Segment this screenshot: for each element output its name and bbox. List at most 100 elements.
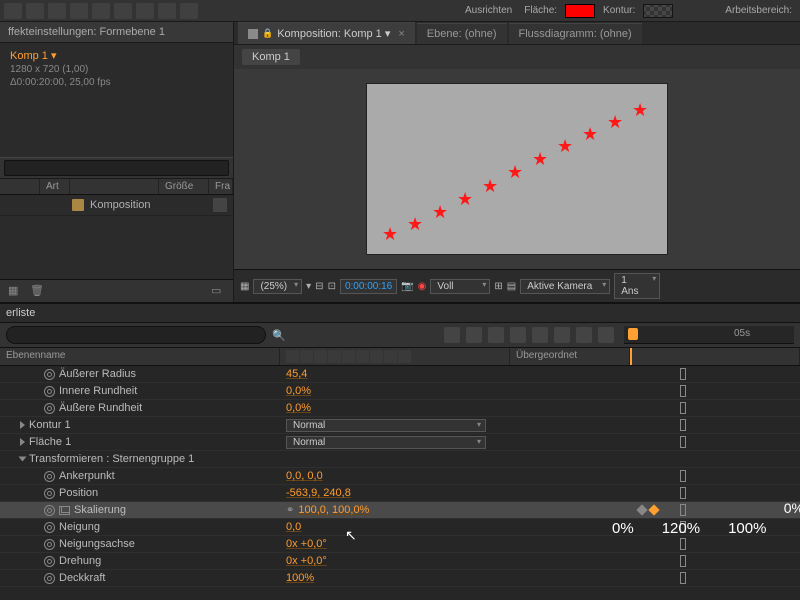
tool-3[interactable] bbox=[48, 3, 66, 19]
prop-row-drehung[interactable]: Drehung0x +0,0° bbox=[0, 553, 800, 570]
tool-9[interactable] bbox=[180, 3, 198, 19]
expression-pickwhip-icon[interactable] bbox=[680, 436, 686, 448]
blend-mode-dropdown[interactable]: Normal bbox=[286, 436, 486, 449]
mode-dropdown[interactable]: Voll bbox=[430, 279, 490, 294]
switch-1[interactable] bbox=[444, 327, 460, 343]
stopwatch-icon[interactable] bbox=[44, 471, 55, 482]
prop-value[interactable]: 0,0, 0,0 bbox=[286, 470, 323, 482]
expression-pickwhip-icon[interactable] bbox=[680, 521, 686, 533]
col-layer-name[interactable]: Ebenenname bbox=[0, 348, 280, 365]
workspace-label[interactable]: Arbeitsbereich: bbox=[725, 5, 792, 16]
switch-6[interactable] bbox=[554, 327, 570, 343]
prop-row-innere-rundheit[interactable]: Innere Rundheit0,0% bbox=[0, 383, 800, 400]
keyframe-marker[interactable] bbox=[636, 504, 647, 515]
col-art[interactable]: Art bbox=[40, 179, 70, 194]
stopwatch-icon[interactable] bbox=[44, 573, 55, 584]
expression-pickwhip-icon[interactable] bbox=[680, 504, 686, 516]
keyframe-marker[interactable] bbox=[648, 504, 659, 515]
views-dropdown[interactable]: 1 Ans bbox=[614, 273, 660, 299]
res-icon-3[interactable]: ⊡ bbox=[328, 281, 336, 292]
fill-swatch[interactable] bbox=[565, 4, 595, 18]
expression-pickwhip-icon[interactable] bbox=[680, 385, 686, 397]
prop-value[interactable]: 0,0 bbox=[286, 521, 301, 533]
comp-name[interactable]: Komp 1 ▾ bbox=[10, 49, 223, 62]
switch-3[interactable] bbox=[488, 327, 504, 343]
project-item-komposition[interactable]: Komposition bbox=[0, 195, 233, 216]
disclosure-triangle-icon[interactable] bbox=[19, 457, 27, 462]
expression-pickwhip-icon[interactable] bbox=[680, 470, 686, 482]
col-parent[interactable]: Übergeordnet bbox=[510, 348, 630, 365]
snapshot-icon[interactable]: 📷 bbox=[401, 281, 413, 292]
switch-7[interactable] bbox=[576, 327, 592, 343]
expression-pickwhip-icon[interactable] bbox=[680, 555, 686, 567]
mask-icon[interactable]: ▤ bbox=[507, 281, 516, 292]
comp-crumb[interactable]: Komp 1 bbox=[242, 49, 300, 65]
tool-4[interactable] bbox=[70, 3, 88, 19]
prop-row-kontur-[interactable]: Kontur 1Normal bbox=[0, 417, 800, 434]
prop-value[interactable]: 100,0, 100,0% bbox=[298, 504, 369, 516]
tab-layer[interactable]: Ebene: (ohne) bbox=[417, 23, 507, 44]
prop-row--u-erer-radius[interactable]: Äußerer Radius45,4 bbox=[0, 366, 800, 383]
prop-row--u-ere-rundheit[interactable]: Äußere Rundheit0,0% bbox=[0, 400, 800, 417]
stopwatch-icon[interactable] bbox=[44, 539, 55, 550]
project-search[interactable] bbox=[4, 160, 229, 176]
stopwatch-icon[interactable] bbox=[44, 556, 55, 567]
prop-row-neigung[interactable]: Neigung0,0 bbox=[0, 519, 800, 536]
tool-2[interactable] bbox=[26, 3, 44, 19]
tool-7[interactable] bbox=[136, 3, 154, 19]
blend-mode-dropdown[interactable]: Normal bbox=[286, 419, 486, 432]
prop-value[interactable]: 0,0% bbox=[286, 402, 311, 414]
tool-5[interactable] bbox=[92, 3, 110, 19]
tool-1[interactable] bbox=[4, 3, 22, 19]
tab-flowchart[interactable]: Flussdiagramm: (ohne) bbox=[509, 23, 642, 44]
timecode[interactable]: 0:00:00:16 bbox=[340, 279, 397, 294]
channel-icon[interactable]: ◉ bbox=[418, 281, 427, 292]
res-icon-1[interactable]: ▾ bbox=[306, 281, 311, 292]
prop-row-position[interactable]: Position-563,9, 240,8 bbox=[0, 485, 800, 502]
layers-tab[interactable]: erliste bbox=[0, 302, 800, 322]
stopwatch-icon[interactable] bbox=[44, 403, 55, 414]
prop-row-skalierung[interactable]: Skalierung⚭100,0, 100,0%0% bbox=[0, 502, 800, 519]
graph-icon[interactable] bbox=[59, 506, 70, 515]
col-fra[interactable]: Fra bbox=[209, 179, 233, 194]
composition-canvas[interactable]: ★ ★ ★ ★ ★ ★ ★ ★ ★ ★ ★ bbox=[367, 84, 667, 254]
prop-value[interactable]: 100% bbox=[286, 572, 314, 584]
bpc-icon[interactable]: ▦ bbox=[8, 284, 22, 298]
search-icon[interactable]: 🔍 bbox=[272, 329, 286, 342]
stopwatch-icon[interactable] bbox=[44, 386, 55, 397]
close-icon[interactable]: × bbox=[398, 28, 404, 40]
switch-8[interactable] bbox=[598, 327, 614, 343]
expression-pickwhip-icon[interactable] bbox=[680, 419, 686, 431]
prop-row-deckkraft[interactable]: Deckkraft100% bbox=[0, 570, 800, 587]
prop-row-neigungsachse[interactable]: Neigungsachse0x +0,0° bbox=[0, 536, 800, 553]
stopwatch-icon[interactable] bbox=[44, 369, 55, 380]
expression-pickwhip-icon[interactable] bbox=[680, 368, 686, 380]
effects-tab[interactable]: ffekteinstellungen: Formebene 1 bbox=[0, 22, 233, 43]
expression-pickwhip-icon[interactable] bbox=[680, 487, 686, 499]
link-icon[interactable]: ⚭ bbox=[286, 505, 294, 516]
col-size[interactable]: Größe bbox=[159, 179, 209, 194]
align-label[interactable]: Ausrichten bbox=[465, 5, 512, 16]
grid-icon[interactable]: ▦ bbox=[240, 281, 249, 292]
zoom-dropdown[interactable]: (25%) bbox=[253, 279, 302, 294]
grid-toggle-icon[interactable]: ⊞ bbox=[494, 281, 502, 292]
prop-row-transformieren-sternengruppe-[interactable]: Transformieren : Sternengruppe 1 bbox=[0, 451, 800, 468]
expression-pickwhip-icon[interactable] bbox=[680, 402, 686, 414]
stopwatch-icon[interactable] bbox=[44, 488, 55, 499]
layer-search[interactable] bbox=[6, 326, 266, 344]
stroke-swatch[interactable] bbox=[643, 4, 673, 18]
tab-composition[interactable]: 🔒 Komposition: Komp 1 ▾ × bbox=[238, 22, 415, 44]
expression-pickwhip-icon[interactable] bbox=[680, 572, 686, 584]
new-folder-icon[interactable]: ▭ bbox=[211, 284, 225, 298]
prop-value[interactable]: 45,4 bbox=[286, 368, 307, 380]
camera-dropdown[interactable]: Aktive Kamera bbox=[520, 279, 610, 294]
prop-row-fl-che-[interactable]: Fläche 1Normal bbox=[0, 434, 800, 451]
stopwatch-icon[interactable] bbox=[44, 505, 55, 516]
tool-6[interactable] bbox=[114, 3, 132, 19]
expression-pickwhip-icon[interactable] bbox=[680, 538, 686, 550]
flowchart-icon[interactable] bbox=[213, 198, 227, 212]
tool-8[interactable] bbox=[158, 3, 176, 19]
prop-value[interactable]: 0x +0,0° bbox=[286, 555, 327, 567]
prop-value[interactable]: -563,9, 240,8 bbox=[286, 487, 351, 499]
disclosure-triangle-icon[interactable] bbox=[20, 438, 25, 446]
